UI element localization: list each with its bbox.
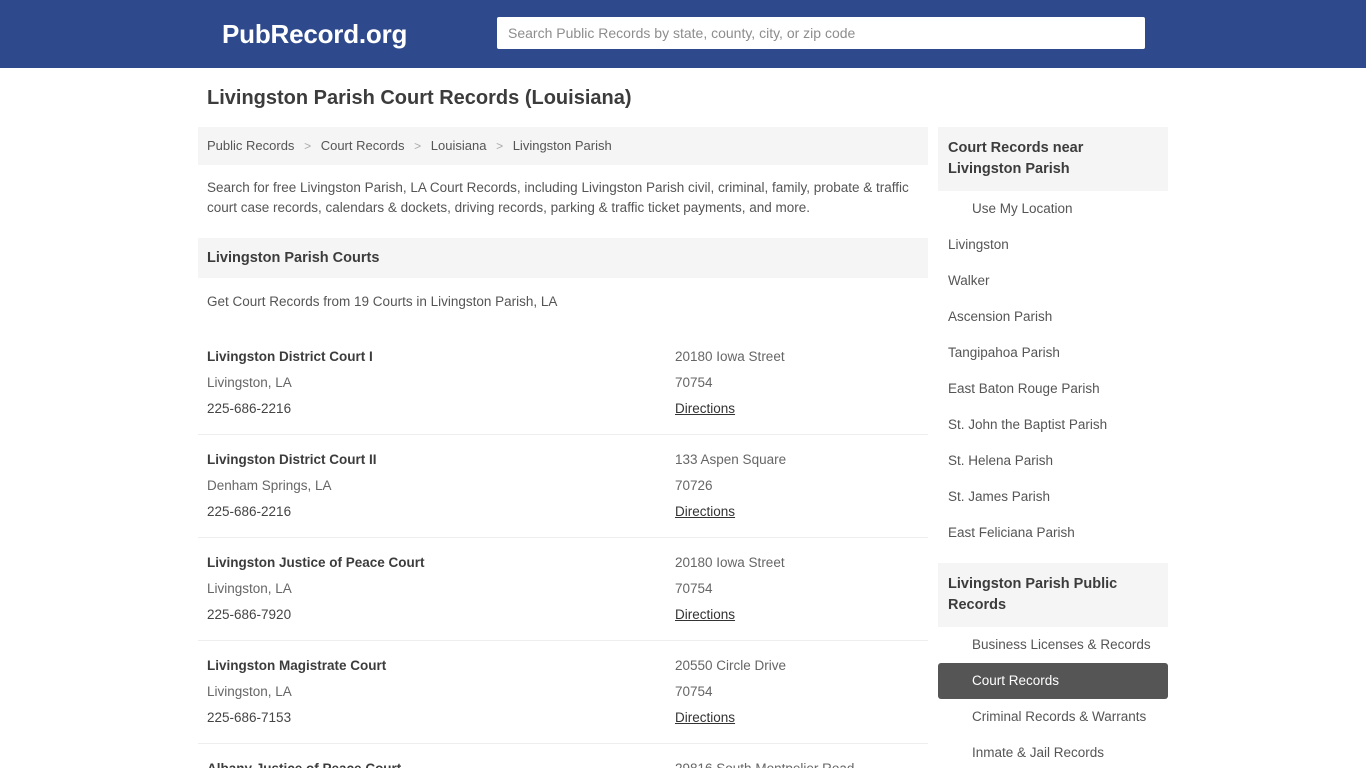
breadcrumb-item-louisiana[interactable]: Louisiana	[431, 138, 487, 153]
breadcrumb-item-livingston-parish[interactable]: Livingston Parish	[513, 138, 612, 153]
court-info-right: 29816 South Montpelier Road 70711 Direct…	[675, 756, 919, 768]
directions-link[interactable]: Directions	[675, 705, 735, 731]
court-name-link[interactable]: Livingston District Court I	[207, 344, 675, 370]
sidebar-item-walker[interactable]: Walker	[938, 263, 1168, 299]
search-input[interactable]	[497, 17, 1145, 49]
sidebar: Court Records near Livingston Parish Use…	[938, 127, 1168, 768]
sidebar-item-tangipahoa-parish[interactable]: Tangipahoa Parish	[938, 335, 1168, 371]
sidebar-section-public-records: Livingston Parish Public Records Busines…	[938, 563, 1168, 768]
list-item: East Baton Rouge Parish	[938, 371, 1168, 407]
court-zip: 70754	[675, 684, 713, 699]
site-logo[interactable]: PubRecord.org	[222, 21, 407, 47]
court-list: Livingston District Court I Livingston, …	[198, 332, 928, 768]
court-info-left: Albany Justice of Peace Court Albany, LA…	[207, 756, 675, 768]
sidebar-nearby-list: Use My Location Livingston Walker Ascens…	[938, 191, 1168, 551]
court-name-link[interactable]: Livingston Magistrate Court	[207, 653, 675, 679]
court-address: 133 Aspen Square	[675, 452, 787, 467]
court-phone: 225-686-7153	[207, 710, 292, 725]
court-phone: 225-686-7920	[207, 607, 292, 622]
court-address: 20180 Iowa Street	[675, 555, 785, 570]
sidebar-item-east-baton-rouge-parish[interactable]: East Baton Rouge Parish	[938, 371, 1168, 407]
sidebar-item-business-licenses-records[interactable]: Business Licenses & Records	[938, 627, 1168, 663]
list-item: St. John the Baptist Parish	[938, 407, 1168, 443]
table-row: Livingston Magistrate Court Livingston, …	[198, 640, 928, 743]
court-city-state: Denham Springs, LA	[207, 478, 332, 493]
sidebar-item-criminal-records-warrants[interactable]: Criminal Records & Warrants	[938, 699, 1168, 735]
table-row: Livingston Justice of Peace Court Living…	[198, 537, 928, 640]
court-address: 20550 Circle Drive	[675, 658, 787, 673]
court-city-state: Livingston, LA	[207, 375, 292, 390]
list-item: Ascension Parish	[938, 299, 1168, 335]
list-item: Use My Location	[938, 191, 1168, 227]
sidebar-item-ascension-parish[interactable]: Ascension Parish	[938, 299, 1168, 335]
list-item: East Feliciana Parish	[938, 515, 1168, 551]
page-container: Livingston Parish Court Records (Louisia…	[198, 68, 1168, 768]
court-name-link[interactable]: Albany Justice of Peace Court	[207, 756, 675, 768]
court-zip: 70754	[675, 581, 713, 596]
sidebar-item-use-my-location[interactable]: Use My Location	[938, 191, 1168, 227]
court-zip: 70726	[675, 478, 713, 493]
sidebar-item-st-james-parish[interactable]: St. James Parish	[938, 479, 1168, 515]
list-item: Inmate & Jail Records	[938, 735, 1168, 768]
page-title: Livingston Parish Court Records (Louisia…	[207, 87, 632, 109]
list-item: Tangipahoa Parish	[938, 335, 1168, 371]
court-city-state: Livingston, LA	[207, 684, 292, 699]
court-info-right: 133 Aspen Square 70726 Directions	[675, 447, 919, 525]
court-info-left: Livingston Justice of Peace Court Living…	[207, 550, 675, 628]
list-item: Criminal Records & Warrants	[938, 699, 1168, 735]
courts-section-subheading: Get Court Records from 19 Courts in Livi…	[207, 294, 558, 309]
main-column: Public Records > Court Records > Louisia…	[198, 127, 928, 768]
court-zip: 70754	[675, 375, 713, 390]
sidebar-item-st-john-the-baptist-parish[interactable]: St. John the Baptist Parish	[938, 407, 1168, 443]
sidebar-item-st-helena-parish[interactable]: St. Helena Parish	[938, 443, 1168, 479]
court-name-link[interactable]: Livingston Justice of Peace Court	[207, 550, 675, 576]
directions-link[interactable]: Directions	[675, 602, 735, 628]
list-item: Walker	[938, 263, 1168, 299]
sidebar-heading-public-records: Livingston Parish Public Records	[938, 563, 1168, 627]
list-item: Court Records	[938, 663, 1168, 699]
court-info-right: 20550 Circle Drive 70754 Directions	[675, 653, 919, 731]
court-city-state: Livingston, LA	[207, 581, 292, 596]
breadcrumb-separator: >	[414, 139, 422, 153]
sidebar-item-east-feliciana-parish[interactable]: East Feliciana Parish	[938, 515, 1168, 551]
breadcrumb: Public Records > Court Records > Louisia…	[198, 127, 928, 165]
table-row: Livingston District Court I Livingston, …	[198, 332, 928, 434]
directions-link[interactable]: Directions	[675, 499, 735, 525]
content-columns: Public Records > Court Records > Louisia…	[198, 127, 1168, 768]
court-phone: 225-686-2216	[207, 504, 292, 519]
table-row: Albany Justice of Peace Court Albany, LA…	[198, 743, 928, 768]
site-header: PubRecord.org	[0, 0, 1366, 68]
header-inner: PubRecord.org	[198, 0, 1168, 68]
court-address: 29816 South Montpelier Road	[675, 756, 919, 768]
breadcrumb-item-court-records[interactable]: Court Records	[321, 138, 405, 153]
court-name-link[interactable]: Livingston District Court II	[207, 447, 675, 473]
table-row: Livingston District Court II Denham Spri…	[198, 434, 928, 537]
sidebar-section-nearby: Court Records near Livingston Parish Use…	[938, 127, 1168, 551]
court-info-left: Livingston District Court II Denham Spri…	[207, 447, 675, 525]
directions-link[interactable]: Directions	[675, 396, 735, 422]
list-item: Livingston	[938, 227, 1168, 263]
court-phone: 225-686-2216	[207, 401, 292, 416]
courts-section-heading: Livingston Parish Courts	[198, 238, 928, 278]
breadcrumb-item-public-records[interactable]: Public Records	[207, 138, 294, 153]
list-item: Business Licenses & Records	[938, 627, 1168, 663]
list-item: St. Helena Parish	[938, 443, 1168, 479]
court-info-right: 20180 Iowa Street 70754 Directions	[675, 550, 919, 628]
sidebar-item-court-records[interactable]: Court Records	[938, 663, 1168, 699]
court-info-left: Livingston Magistrate Court Livingston, …	[207, 653, 675, 731]
sidebar-public-records-list: Business Licenses & Records Court Record…	[938, 627, 1168, 768]
court-address: 20180 Iowa Street	[675, 349, 785, 364]
sidebar-heading-nearby: Court Records near Livingston Parish	[938, 127, 1168, 191]
court-info-left: Livingston District Court I Livingston, …	[207, 344, 675, 422]
page-intro-text: Search for free Livingston Parish, LA Co…	[207, 180, 909, 215]
sidebar-item-livingston[interactable]: Livingston	[938, 227, 1168, 263]
search-container	[497, 17, 1145, 49]
sidebar-item-inmate-jail-records[interactable]: Inmate & Jail Records	[938, 735, 1168, 768]
list-item: St. James Parish	[938, 479, 1168, 515]
breadcrumb-separator: >	[496, 139, 504, 153]
court-info-right: 20180 Iowa Street 70754 Directions	[675, 344, 919, 422]
breadcrumb-separator: >	[304, 139, 312, 153]
